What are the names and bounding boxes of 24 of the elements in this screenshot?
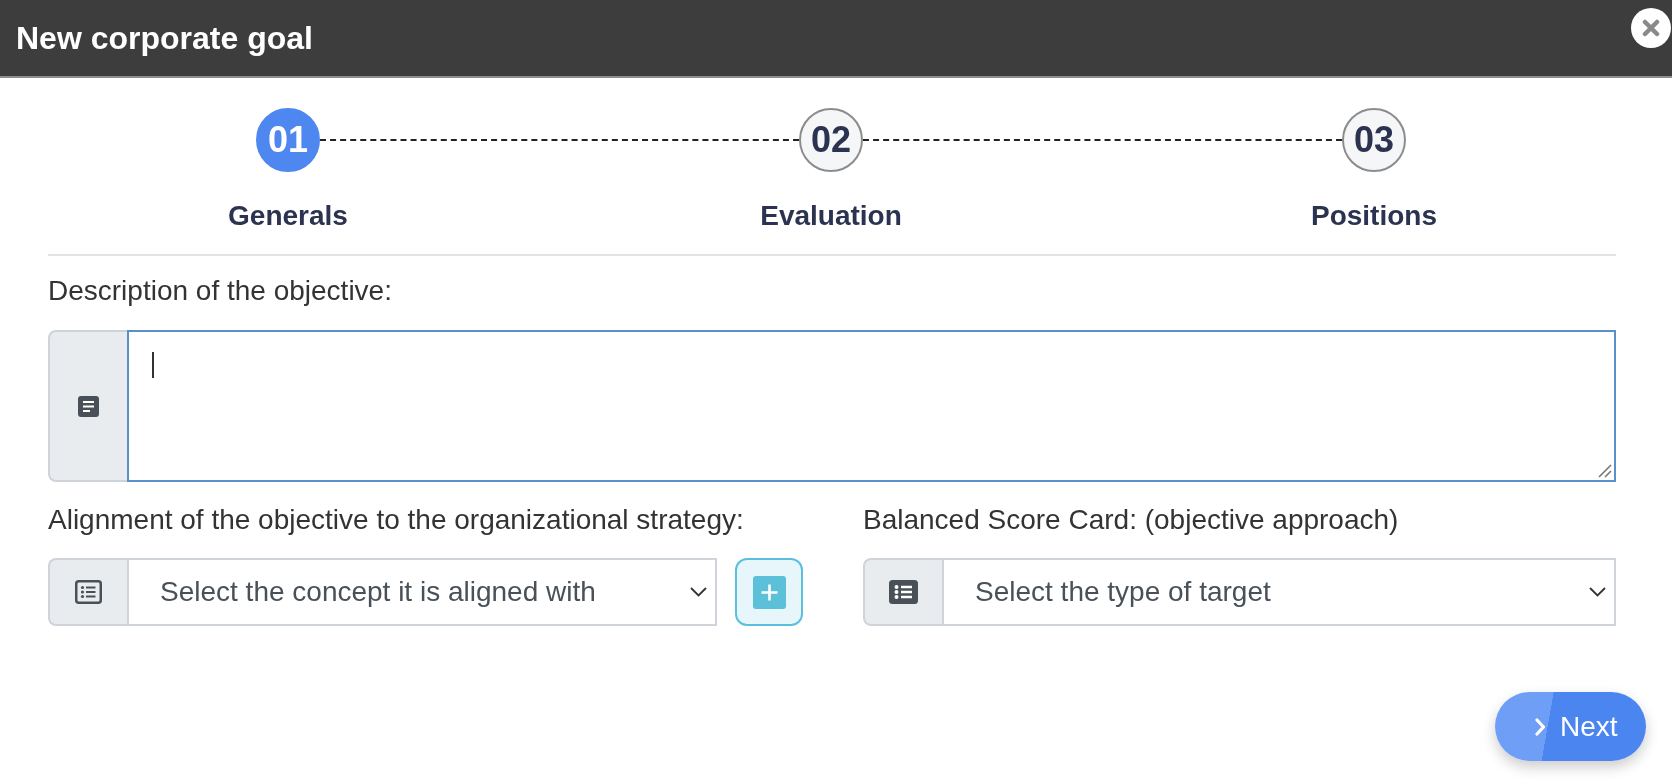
resize-handle-icon[interactable]: [1598, 464, 1612, 478]
next-button[interactable]: Next: [1495, 692, 1646, 761]
step-label[interactable]: Evaluation: [760, 200, 902, 232]
field-label: Balanced Score Card: (objective approach): [863, 504, 1399, 536]
alignment-dropdown[interactable]: Select the concept it is aligned with: [127, 558, 717, 626]
list-icon: [889, 580, 918, 604]
chevron-down-icon: [690, 587, 707, 597]
list-icon: [75, 580, 102, 604]
plus-icon: [752, 575, 786, 609]
chevron-right-icon: [1535, 717, 1546, 736]
field-label: Description of the objective:: [48, 275, 392, 307]
step-number[interactable]: 03: [1342, 108, 1406, 172]
field-label: Alignment of the objective to the organizational strategy:: [48, 504, 744, 536]
description-textarea[interactable]: [127, 330, 1616, 482]
close-button[interactable]: [1631, 8, 1671, 48]
close-icon: [1642, 19, 1660, 37]
step-number[interactable]: 02: [799, 108, 863, 172]
text-cursor: [152, 352, 154, 378]
window-title: New corporate goal: [15, 19, 313, 57]
chevron-down-icon: [1589, 587, 1606, 597]
target-type-dropdown[interactable]: Select the type of target: [942, 558, 1616, 626]
step-label[interactable]: Generals: [228, 200, 348, 232]
note-icon: [78, 395, 99, 417]
step-label[interactable]: Positions: [1311, 200, 1437, 232]
